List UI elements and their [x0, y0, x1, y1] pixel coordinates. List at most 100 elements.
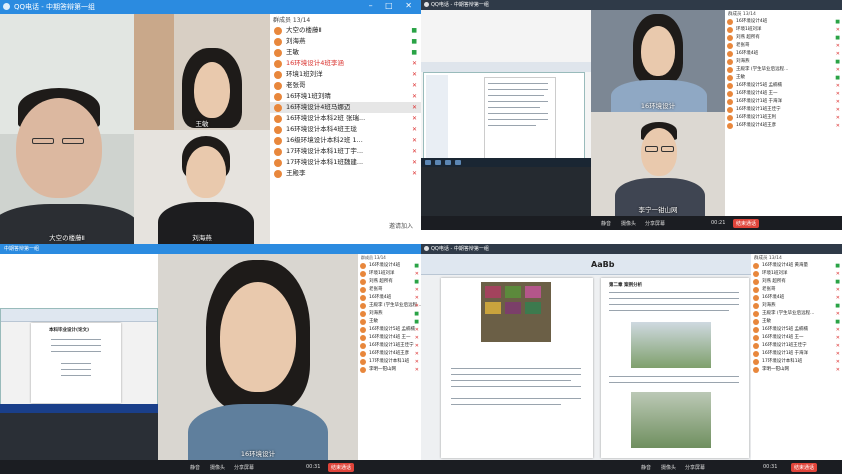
mic-off-icon: ✕ [835, 311, 840, 317]
member-item[interactable]: 刘海燕 ■ [751, 302, 842, 310]
end-call-button[interactable]: 结束通话 [328, 463, 355, 472]
member-item[interactable]: 16环境设计4班 王一 ✕ [358, 334, 421, 342]
video-tile-top[interactable]: 王敏 [134, 14, 270, 130]
member-item[interactable]: 王殿李 (学生毕业后远程... ✕ [751, 310, 842, 318]
member-item[interactable]: 王敏 ■ [358, 318, 421, 326]
member-item[interactable]: 16环境设计4班 王一 ✕ [725, 90, 842, 98]
member-item[interactable]: 16环境设计4班李涵 ✕ [270, 58, 421, 69]
member-item[interactable]: 刘燕 超所有 ■ [358, 278, 421, 286]
member-item[interactable]: 李明一钳山网 ✕ [751, 366, 842, 374]
member-item[interactable]: 16环境4班 ✕ [751, 294, 842, 302]
member-item[interactable]: 16环境4班 ✕ [358, 294, 421, 302]
member-item[interactable]: 16环境设计5班 孟楠楠 ✕ [751, 326, 842, 334]
window-title: 中期答辩第一组 [4, 246, 40, 252]
style-sample[interactable]: AaBb [591, 260, 614, 269]
avatar [274, 159, 282, 167]
member-item[interactable]: 16环境设计4班王彦 ✕ [358, 350, 421, 358]
member-item[interactable]: 老张哥 ✕ [751, 286, 842, 294]
member-item[interactable]: 环境1班刘洋 ✕ [270, 69, 421, 80]
member-item[interactable]: 李明一钳山网 ✕ [358, 366, 421, 374]
member-item[interactable]: 刘燕 超所有 ■ [725, 34, 842, 42]
member-item[interactable]: 16环境设计4班 黄海量 ■ [751, 262, 842, 270]
member-item[interactable]: 16环境设计本科4班王珑 ✕ [270, 124, 421, 135]
member-item[interactable]: 16环境设计1班 于海洋 ✕ [751, 350, 842, 358]
member-item[interactable]: 环境1班刘洋 ✕ [358, 270, 421, 278]
mute-button[interactable]: 静音 [601, 220, 611, 227]
share-screen-button[interactable]: 分享屏幕 [685, 464, 705, 471]
mic-off-icon: ✕ [835, 91, 840, 97]
mic-off-icon: ✕ [414, 271, 419, 277]
member-item[interactable]: 16环境设计5班 孟楠楠 ✕ [725, 82, 842, 90]
mic-off-icon: ✕ [835, 99, 840, 105]
member-item[interactable]: 老张哥 ✕ [358, 286, 421, 294]
mic-off-icon: ✕ [835, 287, 840, 293]
mute-button[interactable]: 静音 [641, 464, 651, 471]
member-item[interactable]: 16环境设计1班王佳宁 ✕ [751, 342, 842, 350]
member-item[interactable]: 16环境设计4班 ■ [358, 262, 421, 270]
mic-off-icon: ✕ [835, 83, 840, 89]
member-item[interactable]: 16级环境设计本科2班 1... ✕ [270, 135, 421, 146]
member-item[interactable]: 16环境设计1班 于海洋 ✕ [725, 98, 842, 106]
member-item[interactable]: 16环境设计1班王佳宁 ✕ [358, 342, 421, 350]
video-tile-bottom[interactable]: 李宁一钳山网 [591, 112, 725, 216]
member-item[interactable]: 16环境设计1班王佳宁 ✕ [725, 106, 842, 114]
member-item[interactable]: 王敏 ■ [725, 74, 842, 82]
member-name: 16环境4班 [762, 295, 785, 300]
member-item[interactable]: 王敏 ■ [270, 47, 421, 58]
member-name: 王敏 [286, 48, 299, 56]
member-item[interactable]: 17环境设计本科1班 ✕ [358, 358, 421, 366]
member-name: 16环境设计4班 [369, 263, 401, 268]
avatar [360, 295, 366, 301]
member-item[interactable]: 王殿李 (学生毕业后远程... ✕ [358, 302, 421, 310]
mic-off-icon: ✕ [835, 327, 840, 333]
mute-button[interactable]: 静音 [190, 464, 200, 471]
member-item[interactable]: 老张哥 ✕ [270, 80, 421, 91]
window-controls[interactable]: – □ ✕ [369, 1, 417, 10]
invite-button[interactable]: 邀请加入 [389, 221, 413, 230]
share-screen-button[interactable]: 分享屏幕 [645, 220, 665, 227]
call-window-top-left: QQ电话 - 中期答辩第一组 – □ ✕ 大空の楼藤Ⅱ 王敏 刘海燕 群成员 1… [0, 0, 421, 244]
avatar [360, 279, 366, 285]
member-item[interactable]: 刘燕 超所有 ■ [751, 278, 842, 286]
member-item[interactable]: 17环境设计本科1班魏建... ✕ [270, 157, 421, 168]
camera-on-icon: ■ [414, 319, 419, 325]
member-item[interactable]: 王敏 ■ [751, 318, 842, 326]
member-item[interactable]: 17环境设计本科1班 ✕ [751, 358, 842, 366]
member-item[interactable]: 16环境设计4班 ■ [725, 18, 842, 26]
member-item[interactable]: 环境1班刘洋 ✕ [725, 26, 842, 34]
member-item[interactable]: 刘海燕 ■ [358, 310, 421, 318]
member-item[interactable]: 刘海燕 ■ [725, 58, 842, 66]
shared-document: 本科毕业设计(论文) [0, 308, 158, 406]
member-item[interactable]: 老张哥 ✕ [725, 42, 842, 50]
member-item[interactable]: 16环境设计4班 王一 ✕ [751, 334, 842, 342]
member-name: 王殿李 (学生毕业后远程... [762, 311, 815, 316]
member-item[interactable]: 16环境设计本科2班 张瑞... ✕ [270, 113, 421, 124]
video-tile-main[interactable]: 大空の楼藤Ⅱ [0, 14, 134, 244]
member-item[interactable]: 16环境设计4班马娜迈 ✕ [270, 102, 421, 113]
member-item[interactable]: 大空の楼藤Ⅱ ■ [270, 25, 421, 36]
camera-button[interactable]: 摄像头 [661, 464, 676, 471]
video-tile-bottom[interactable]: 刘海燕 [134, 130, 270, 244]
end-call-button[interactable]: 结束通话 [791, 463, 818, 472]
mic-off-icon: ✕ [411, 159, 417, 166]
member-item[interactable]: 17环境设计本科1班丁宇... ✕ [270, 146, 421, 157]
window-title: QQ电话 - 中期答辩第一组 [431, 2, 489, 8]
end-call-button[interactable]: 结束通话 [733, 219, 760, 228]
member-item[interactable]: 王殿李 (学生毕业后远程... ✕ [725, 66, 842, 74]
camera-button[interactable]: 摄像头 [210, 464, 225, 471]
member-item[interactable]: 16环境设计4班王彦 ✕ [725, 122, 842, 130]
video-tile-top[interactable]: 16环境设计 [591, 10, 725, 112]
camera-button[interactable]: 摄像头 [621, 220, 636, 227]
member-item[interactable]: 16环境设计5班 孟楠楠 ✕ [358, 326, 421, 334]
member-name: 16环境设计1班 于海洋 [736, 99, 783, 104]
share-screen-button[interactable]: 分享屏幕 [234, 464, 254, 471]
member-item[interactable]: 16环境1班刘晴 ✕ [270, 91, 421, 102]
member-name: 刘燕 超所有 [736, 35, 760, 40]
video-tile-main[interactable]: 16环境设计 [158, 254, 358, 460]
member-item[interactable]: 16环境4班 ✕ [725, 50, 842, 58]
member-item[interactable]: 刘海燕 ■ [270, 36, 421, 47]
member-name: 老张哥 [286, 81, 306, 89]
member-item[interactable]: 环境1班刘洋 ✕ [751, 270, 842, 278]
member-item[interactable]: 王殿李 ✕ [270, 168, 421, 179]
member-item[interactable]: 16环境设计1班王利 ✕ [725, 114, 842, 122]
